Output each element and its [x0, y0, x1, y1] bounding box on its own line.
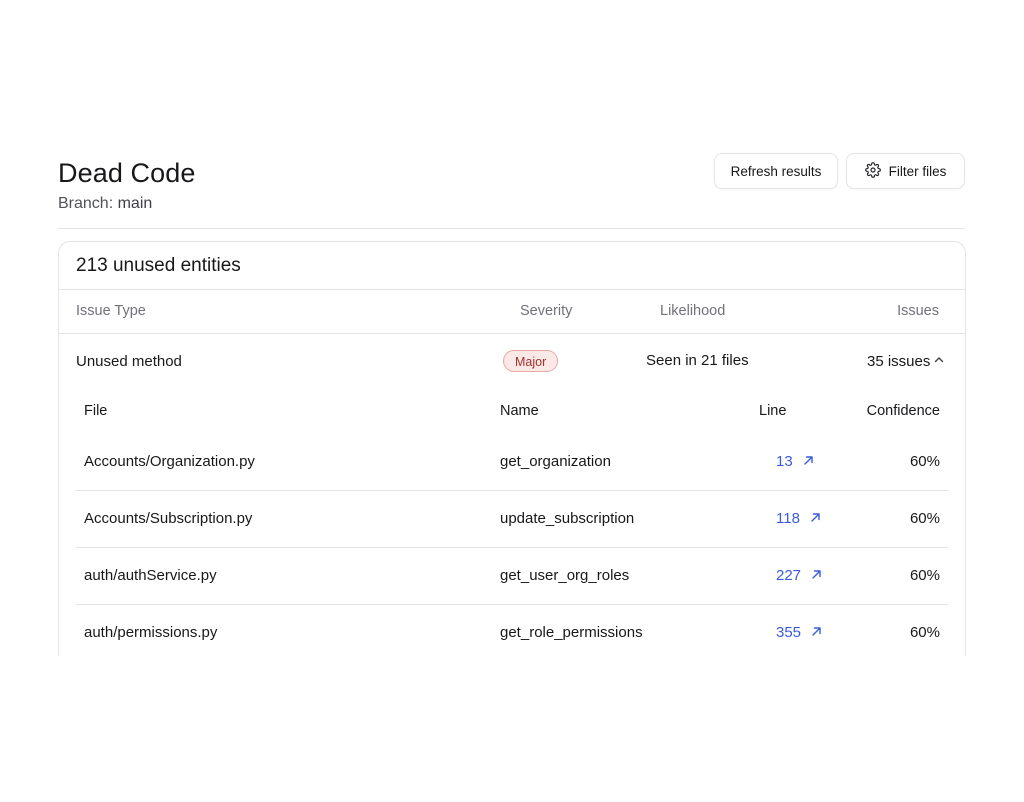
arrow-up-right-icon	[810, 510, 821, 527]
issues-count: 35 issues	[867, 352, 931, 370]
issues-count-toggle[interactable]: 35 issues	[867, 352, 945, 370]
arrow-up-right-icon	[803, 453, 814, 470]
file-path: Accounts/Organization.py	[84, 453, 255, 470]
refresh-results-button[interactable]: Refresh results	[714, 153, 838, 189]
branch-label: Branch:	[58, 195, 114, 212]
col-header-severity[interactable]: Severity	[520, 303, 572, 319]
filter-files-label: Filter files	[888, 163, 947, 179]
entity-name: get_organization	[500, 453, 611, 470]
dead-code-page: Dead Code Branch: main Refresh results F…	[0, 0, 1024, 802]
line-number: 227	[776, 567, 802, 584]
severity-badge: Major	[503, 350, 559, 372]
col-header-likelihood[interactable]: Likelihood	[660, 303, 725, 319]
chevron-up-icon	[933, 352, 945, 370]
header-divider	[59, 333, 965, 334]
confidence-value: 60%	[909, 624, 940, 641]
col-header-issues[interactable]: Issues	[897, 303, 939, 319]
entity-name: update_subscription	[500, 510, 635, 527]
line-link[interactable]: 13	[776, 453, 814, 470]
file-path: auth/authService.py	[84, 567, 217, 584]
line-link[interactable]: 227	[776, 567, 822, 584]
col-header-issue-type[interactable]: Issue Type	[76, 303, 146, 319]
results-card: 213 unused entities Issue Type Severity …	[58, 241, 966, 656]
results-count-title: 213 unused entities	[76, 255, 241, 276]
refresh-results-label: Refresh results	[730, 163, 822, 179]
card-divider	[59, 289, 965, 290]
issue-type-value: Unused method	[76, 353, 182, 370]
table-row: Accounts/Subscription.py update_subscrip…	[76, 491, 948, 548]
branch-value: main	[117, 195, 153, 212]
sub-header-confidence: Confidence	[866, 403, 940, 419]
page-header: Dead Code Branch: main Refresh results F…	[58, 150, 965, 229]
file-path: Accounts/Subscription.py	[84, 510, 253, 527]
likelihood-value: Seen in 21 files	[646, 352, 749, 369]
line-number: 355	[776, 624, 802, 641]
line-number: 118	[776, 510, 800, 527]
confidence-value: 60%	[909, 453, 940, 470]
branch-info: Branch: main	[58, 195, 152, 213]
arrow-up-right-icon	[811, 624, 822, 641]
line-link[interactable]: 355	[776, 624, 822, 641]
table-row: auth/authService.py get_user_org_roles 2…	[76, 548, 948, 605]
table-row: Accounts/Organization.py get_organizatio…	[76, 434, 948, 491]
sub-header-name: Name	[500, 403, 539, 419]
confidence-value: 60%	[909, 510, 940, 527]
gear-icon	[864, 161, 881, 181]
confidence-value: 60%	[909, 567, 940, 584]
sub-header-file: File	[84, 403, 108, 419]
line-link[interactable]: 118	[776, 510, 821, 527]
sub-header-line: Line	[759, 403, 787, 419]
entity-name: get_role_permissions	[500, 624, 643, 641]
arrow-up-right-icon	[811, 567, 822, 584]
table-row: auth/permissions.py get_role_permissions…	[76, 605, 948, 656]
dead-code-list: Accounts/Organization.py get_organizatio…	[76, 434, 948, 656]
page-title: Dead Code	[58, 158, 196, 188]
file-path: auth/permissions.py	[84, 624, 218, 641]
entity-name: get_user_org_roles	[500, 567, 630, 584]
line-number: 13	[776, 453, 793, 470]
filter-files-button[interactable]: Filter files	[846, 153, 965, 189]
